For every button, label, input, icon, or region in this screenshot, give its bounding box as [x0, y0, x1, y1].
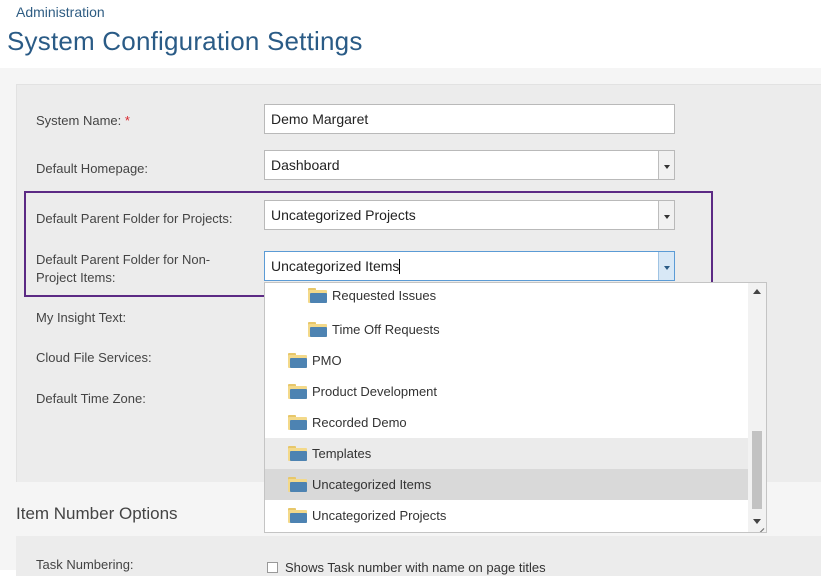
dropdown-option-label: Uncategorized Items [312, 477, 432, 492]
dropdown-option-label: Uncategorized Projects [312, 508, 447, 523]
breadcrumb[interactable]: Administration [16, 4, 105, 20]
dropdown-option[interactable]: Uncategorized Projects [265, 500, 749, 531]
homepage-dropdown-button[interactable] [658, 151, 674, 179]
dropdown-option-label: Templates [312, 446, 372, 461]
required-marker: * [124, 113, 130, 128]
folder-icon [288, 446, 307, 461]
page-title: System Configuration Settings [7, 26, 363, 56]
homepage-value: Dashboard [271, 157, 340, 173]
timezone-label: Default Time Zone: [36, 391, 146, 406]
scroll-thumb[interactable] [752, 431, 762, 509]
dropdown-option-label: Time Off Requests [332, 322, 440, 337]
system-name-label-text: System Name: [36, 113, 122, 128]
dropdown-option-label: Product Development [312, 384, 438, 399]
system-name-input[interactable]: Demo Margaret [264, 104, 675, 134]
dropdown-option[interactable]: Product Development [265, 376, 749, 407]
folder-dropdown-list[interactable]: Requested Issues Time Off Requests PMO P… [264, 282, 767, 533]
homepage-select[interactable]: Dashboard [264, 150, 675, 180]
folder-icon [288, 415, 307, 430]
task-numbering-checkbox-label: Shows Task number with name on page titl… [285, 560, 546, 575]
folder-icon [288, 384, 307, 399]
dropdown-option-label: PMO [312, 353, 342, 368]
dropdown-option-label: Recorded Demo [312, 415, 407, 430]
dropdown-scrollbar[interactable] [748, 283, 766, 532]
scroll-up-arrow-icon[interactable] [753, 289, 761, 294]
cloud-file-label: Cloud File Services: [36, 350, 152, 365]
dropdown-option[interactable]: Recorded Demo [265, 407, 749, 438]
folder-icon [308, 288, 327, 303]
homepage-label: Default Homepage: [36, 161, 149, 176]
dropdown-option-hovered[interactable]: Templates [265, 438, 749, 469]
system-name-label: System Name: * [36, 112, 130, 130]
dropdown-option-selected[interactable]: Uncategorized Items [265, 469, 749, 500]
dropdown-option[interactable]: Time Off Requests [265, 314, 749, 345]
dropdown-option[interactable]: Requested Issues [265, 283, 749, 314]
resize-grip-icon[interactable] [756, 522, 765, 532]
task-numbering-checkbox[interactable] [267, 562, 278, 573]
dropdown-option-label: Requested Issues [332, 288, 437, 303]
chevron-down-icon [664, 165, 670, 169]
folder-icon [288, 508, 307, 523]
task-numbering-label: Task Numbering: [36, 557, 134, 572]
folder-icon [308, 322, 327, 337]
folder-icon [288, 353, 307, 368]
folder-icon [288, 477, 307, 492]
system-name-value: Demo Margaret [271, 111, 369, 127]
insight-label: My Insight Text: [36, 310, 127, 325]
dropdown-option[interactable]: PMO [265, 345, 749, 376]
item-number-section-title: Item Number Options [16, 504, 178, 523]
